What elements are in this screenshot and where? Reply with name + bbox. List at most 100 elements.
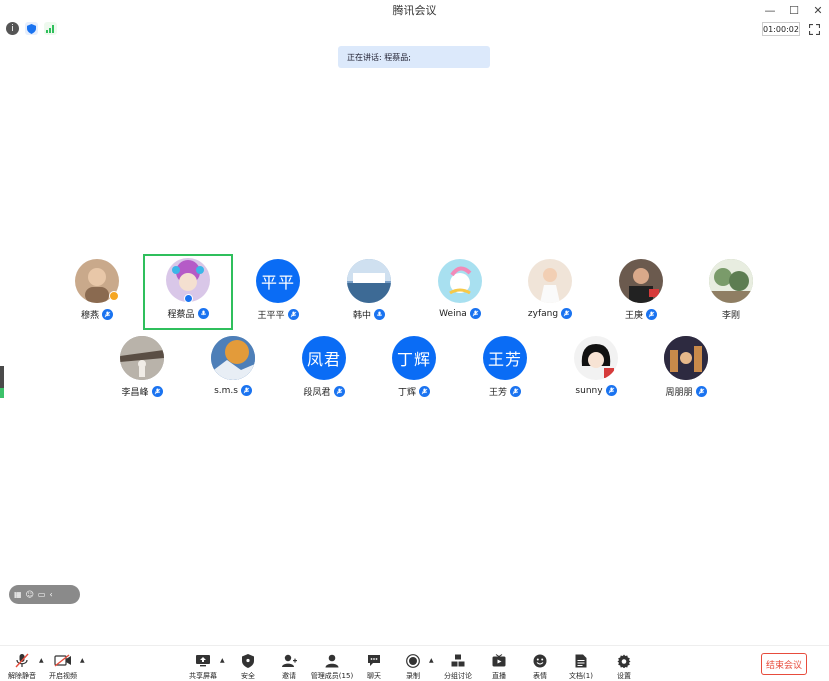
avatar [347,259,391,303]
mic-muted-icon [240,385,252,396]
mic-muted-icon [561,308,573,319]
self-badge-icon [184,294,193,303]
breakout-label: 分组讨论 [444,672,472,680]
close-button[interactable]: ✕ [811,4,825,17]
docs-label: 文档(1) [569,672,593,680]
participant-name: 韩中 [352,311,371,321]
participant-name: 王芳 [488,388,507,398]
participant-tile[interactable]: 韩中 [324,255,414,331]
mic-muted-icon [102,309,113,320]
emoji-icon [533,652,547,669]
avatar [574,336,618,380]
avatar [664,336,708,380]
participant-tile[interactable]: 王庚 [596,255,686,331]
participant-name: 周朋朋 [665,388,693,398]
mic-muted-icon [333,386,345,397]
chat-icon [367,652,381,669]
participant-tile[interactable]: 王芳 王芳 [460,332,550,408]
speaking-indicator: 正在讲话: 程蔡品; [338,46,490,68]
end-meeting-button[interactable]: 结束会议 [761,653,807,675]
info-icon[interactable]: i [6,22,19,35]
window-controls: — ☐ ✕ [763,0,825,20]
participant-tile-active[interactable]: 程蔡品 [143,254,233,330]
mic-muted-icon [510,386,521,397]
mic-muted-icon [151,386,163,397]
bottom-toolbar: 解除静音 ▲ 开启视频 ▲ 共享屏幕 ▲ 安全 邀请 管理成员(15) 聊天 录… [0,645,829,681]
participant-name: 李刚 [721,311,740,321]
maximize-button[interactable]: ☐ [787,4,801,17]
participant-tile[interactable]: 凤君 段凤君 [279,332,369,408]
unmute-label: 解除静音 [8,672,36,680]
avatar [528,259,572,303]
settings-button[interactable]: 设置 [599,652,649,681]
participant-name: 程蔡品 [167,310,195,320]
side-panel-handle-indicator [0,388,4,398]
participant-name: 丁辉 [397,388,416,398]
participant-tile[interactable]: 李昌峰 [97,332,187,408]
document-icon [575,652,587,669]
participant-tile[interactable]: 平平 王平平 [233,255,323,331]
participant-tile[interactable]: 穆燕 [52,255,142,331]
minimize-button[interactable]: — [763,4,777,17]
live-icon [492,652,506,669]
video-options-caret[interactable]: ▲ [80,657,85,664]
window-title: 腾讯会议 [392,4,437,17]
participant-name: sunny [575,385,603,396]
gear-icon [617,652,631,669]
mic-muted-icon [605,385,617,396]
reactions-label: 表情 [533,672,547,680]
share-screen-label: 共享屏幕 [189,672,217,680]
members-icon [325,652,339,669]
participant-tile[interactable]: zyfang [505,255,595,331]
floating-reaction-bar: ▦ ☺ ▭ ‹ [9,585,80,604]
record-icon [406,652,420,669]
invite-label: 邀请 [282,672,296,680]
security-label: 安全 [241,672,255,680]
shield-icon[interactable] [25,22,38,35]
participant-name: zyfang [527,308,559,319]
layout-icon[interactable]: ▦ [14,590,22,599]
mic-muted-icon [646,309,657,320]
avatar [709,259,753,303]
participant-name: 段凤君 [303,388,331,398]
emoji-icon[interactable]: ☺ [26,590,34,599]
chat-label: 聊天 [367,672,381,680]
mic-muted-icon [695,386,707,397]
participant-name: Weina [439,308,467,319]
avatar [438,259,482,303]
avatar: 王芳 [483,336,527,380]
participant-tile[interactable]: Weina [415,255,505,331]
breakout-icon [451,652,465,669]
participant-tile[interactable]: 周朋朋 [641,332,731,408]
fullscreen-icon[interactable] [807,22,821,36]
add-user-icon [281,652,297,669]
participant-tile[interactable]: s.m.s [188,332,278,408]
manage-members-label: 管理成员(15) [310,672,354,680]
participant-tile[interactable]: sunny [551,332,641,408]
participant-name: 穆燕 [80,311,99,321]
live-label: 直播 [492,672,506,680]
title-bar: 腾讯会议 — ☐ ✕ [0,0,829,20]
avatar [619,259,663,303]
video-off-icon [54,652,72,669]
participant-tile[interactable]: 李刚 [686,255,776,331]
avatar [211,336,255,380]
mic-icon [374,309,385,320]
share-screen-icon [195,652,211,669]
avatar: 丁辉 [392,336,436,380]
collapse-icon[interactable]: ‹ [49,590,52,599]
avatar [120,336,164,380]
participant-name: 王平平 [257,311,285,321]
mic-muted-icon [287,309,299,320]
host-badge-icon [109,291,119,301]
participant-name: 王庚 [624,311,643,321]
meeting-timer: 01:00:02 [762,22,800,36]
mic-muted-icon [15,652,29,669]
avatar: 凤君 [302,336,346,380]
chat-bubble-icon[interactable]: ▭ [38,590,46,599]
settings-label: 设置 [617,672,631,680]
signal-icon[interactable] [44,22,57,35]
participant-tile[interactable]: 丁辉 丁辉 [369,332,459,408]
mic-muted-icon [469,308,481,319]
mic-muted-icon [419,386,430,397]
